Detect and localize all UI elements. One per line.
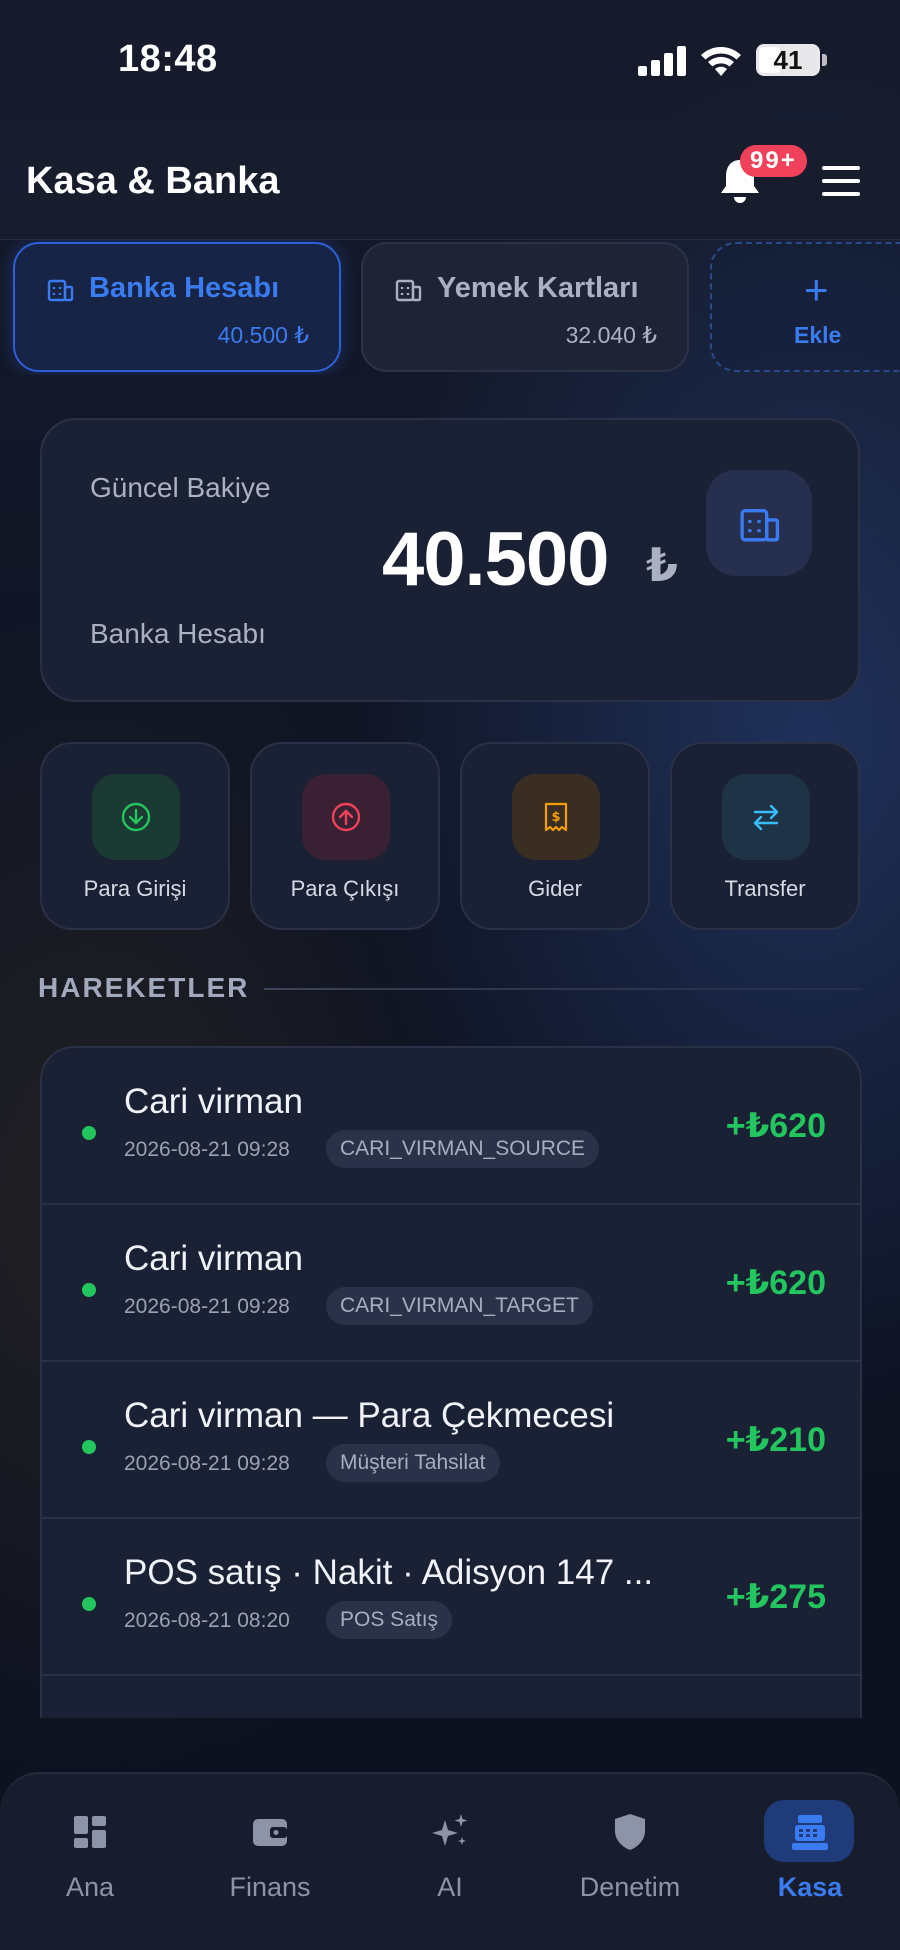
account-chip-amount: 32.040 ₺ xyxy=(565,322,657,348)
receipt-icon: $ xyxy=(512,774,600,860)
add-account-label: Ekle xyxy=(794,322,842,348)
transaction-date: 2026-08-21 09:28 xyxy=(124,1295,290,1318)
para-cikisi-button[interactable]: Para Çıkışı xyxy=(250,742,440,930)
quick-actions: Para Girişi Para Çıkışı $ Gider Transfer xyxy=(40,742,862,932)
transaction-row[interactable]: Cari virman 2026-08-21 09:28 CARI_VIRMAN… xyxy=(42,1205,860,1362)
wifi-icon xyxy=(701,47,741,76)
transaction-amount: +₺275 xyxy=(725,1578,826,1616)
nav-label: Ana xyxy=(65,1872,115,1902)
action-label: Para Çıkışı xyxy=(290,876,400,901)
transaction-date: 2026-08-21 08:20 xyxy=(124,1609,290,1632)
transaction-row[interactable]: POS satış · Nakit · Adisyon 147 ... 2026… xyxy=(42,1519,860,1676)
nav-label: Kasa xyxy=(777,1872,843,1902)
transfer-button[interactable]: Transfer xyxy=(670,742,860,930)
shield-icon xyxy=(615,1814,645,1850)
action-label: Para Girişi xyxy=(83,876,187,901)
battery-level: 41 xyxy=(773,45,803,75)
dashboard-grid-icon xyxy=(74,1816,106,1848)
wallet-icon xyxy=(253,1819,287,1846)
action-label: Transfer xyxy=(724,876,806,901)
transfer-arrows-icon xyxy=(722,774,810,860)
action-label: Gider xyxy=(528,876,582,901)
balance-value: 40.500 xyxy=(382,517,609,602)
status-time: 18:48 xyxy=(118,38,218,80)
page-title: Kasa & Banka xyxy=(26,160,280,202)
account-chip-banka-hesabi[interactable]: Banka Hesabı 40.500 ₺ xyxy=(13,242,341,372)
nav-item-denetim[interactable]: Denetim xyxy=(540,1810,720,1920)
status-dot xyxy=(82,1283,96,1297)
battery-icon: 41 xyxy=(756,44,820,76)
transaction-title: Cari virman — Para Çekmecesi xyxy=(124,1396,615,1435)
transaction-tag: CARI_VIRMAN_TARGET xyxy=(326,1287,593,1325)
transaction-row[interactable]: Cari virman — Para Çekmecesi 2026-08-21 … xyxy=(42,1362,860,1519)
cellular-signal-icon xyxy=(638,46,686,76)
sparkles-icon xyxy=(432,1814,468,1846)
account-chip-name: Yemek Kartları xyxy=(437,272,639,304)
transaction-tag: POS Satış xyxy=(326,1601,453,1639)
nav-item-ana[interactable]: Ana xyxy=(0,1810,180,1920)
para-girisi-button[interactable]: Para Girişi xyxy=(40,742,230,930)
transaction-title: POS satış · Nakit · Adisyon 147 ... xyxy=(124,1553,654,1592)
account-chip-amount: 40.500 ₺ xyxy=(217,322,309,348)
add-account-button[interactable]: + Ekle xyxy=(710,242,900,372)
nav-item-kasa[interactable]: Kasa xyxy=(720,1800,900,1920)
battery-cap xyxy=(822,54,827,66)
app-header: Kasa & Banka 99+ xyxy=(0,120,900,240)
building-icon xyxy=(395,279,422,302)
balance-card: Güncel Bakiye 40.500 ₺ Banka Hesabı xyxy=(40,418,860,702)
arrow-up-circle-icon xyxy=(302,774,390,860)
building-icon xyxy=(740,509,780,542)
transaction-tag: CARI_VIRMAN_SOURCE xyxy=(326,1130,600,1168)
nav-label: AI xyxy=(437,1872,463,1902)
nav-item-finans[interactable]: Finans xyxy=(180,1810,360,1920)
transaction-title: Cari virman xyxy=(124,1082,303,1121)
nav-label: Finans xyxy=(229,1872,311,1902)
transaction-title: Cari virman xyxy=(124,1239,303,1278)
cash-register-icon xyxy=(792,1815,828,1850)
transaction-date: 2026-08-21 09:28 xyxy=(124,1452,290,1475)
status-dot xyxy=(82,1440,96,1454)
building-icon xyxy=(47,279,74,302)
account-selector: Banka Hesabı 40.500 ₺ Yemek Kartları 32.… xyxy=(0,240,900,375)
section-divider xyxy=(264,988,862,990)
gider-button[interactable]: $ Gider xyxy=(460,742,650,930)
balance-account-name: Banka Hesabı xyxy=(90,618,266,649)
transaction-list: Cari virman 2026-08-21 09:28 CARI_VIRMAN… xyxy=(40,1046,862,1718)
notification-badge: 99+ xyxy=(740,145,807,177)
bottom-navigation: Ana Finans AI Denetim Kasa xyxy=(0,1772,900,1950)
status-dot xyxy=(82,1597,96,1611)
arrow-down-circle-icon xyxy=(92,774,180,860)
balance-account-icon xyxy=(706,470,812,576)
section-title: HAREKETLER xyxy=(38,972,250,1003)
transaction-tag: Müşteri Tahsilat xyxy=(326,1444,500,1482)
nav-label: Denetim xyxy=(579,1872,681,1902)
status-dot xyxy=(82,1126,96,1140)
balance-label: Güncel Bakiye xyxy=(90,472,271,503)
nav-item-ai[interactable]: AI xyxy=(360,1810,540,1920)
svg-text:$: $ xyxy=(551,810,560,825)
transaction-date: 2026-08-21 09:28 xyxy=(124,1138,290,1161)
transaction-amount: +₺210 xyxy=(725,1421,826,1459)
balance-currency: ₺ xyxy=(646,539,679,591)
account-chip-yemek-kartlari[interactable]: Yemek Kartları 32.040 ₺ xyxy=(361,242,689,372)
transaction-amount: +₺620 xyxy=(725,1107,826,1145)
transaction-row[interactable]: Cari virman 2026-08-21 09:28 CARI_VIRMAN… xyxy=(42,1048,860,1205)
transaction-amount: +₺620 xyxy=(725,1264,826,1302)
hamburger-menu-icon[interactable] xyxy=(822,166,860,196)
status-bar: 18:48 41 xyxy=(0,0,900,120)
plus-icon: + xyxy=(804,266,829,313)
account-chip-name: Banka Hesabı xyxy=(89,272,280,304)
